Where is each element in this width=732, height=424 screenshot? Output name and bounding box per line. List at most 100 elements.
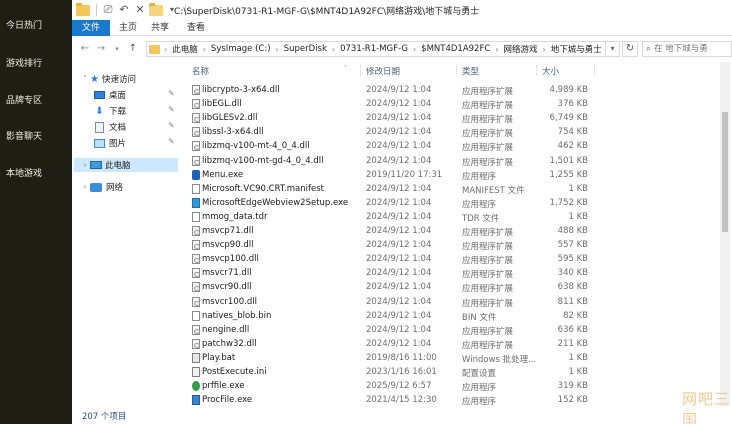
column-divider[interactable] [536, 64, 537, 76]
close-icon[interactable]: ✕ [133, 3, 147, 17]
tab-view[interactable]: 查看 [184, 20, 208, 36]
nav-label: 文档 [109, 123, 127, 133]
file-date: 2024/9/12 1:04 [366, 226, 432, 236]
tab-share[interactable]: 共享 [148, 20, 172, 36]
column-size[interactable]: 大小 [542, 65, 559, 77]
file-row[interactable]: libzmq-v100-mt-4_0_4.dll 2024/9/12 1:04 应用… [184, 140, 710, 154]
search-box[interactable]: ⌕ [642, 41, 732, 57]
nav-this-pc[interactable]: › 此电脑 [74, 158, 178, 172]
vertical-scrollbar[interactable] [720, 62, 730, 406]
recent-locations-button[interactable]: ▾ [110, 42, 124, 56]
address-bar[interactable]: › 此电脑 › SysImage (C:) › SuperDisk › 0731… [146, 41, 606, 57]
file-row[interactable]: Play.bat 2019/8/16 11:00 Windows 批处理... 1 K… [184, 352, 710, 366]
file-row[interactable]: msvcp100.dll 2024/9/12 1:04 应用程序扩展 595 KB [184, 253, 710, 267]
nav-downloads[interactable]: ⬇ 下载 ✎ [94, 104, 180, 118]
search-input[interactable] [654, 44, 729, 54]
file-date: 2019/11/20 17:31 [366, 169, 443, 180]
file-row[interactable]: patchw32.dll 2024/9/12 1:04 应用程序扩展 211 KB [184, 338, 710, 352]
nav-documents[interactable]: 文档 ✎ [94, 120, 180, 134]
file-date: 2025/9/12 6:57 [366, 381, 432, 392]
launcher-item-brand[interactable]: 品牌专区 [0, 95, 72, 107]
column-name[interactable]: 名称 [192, 65, 209, 77]
file-date: 2024/9/12 1:04 [366, 99, 432, 110]
breadcrumb-dnf[interactable]: 地下城与勇士 [551, 43, 602, 55]
file-name: natives_blob.bin [202, 310, 272, 321]
computer-icon [90, 161, 102, 169]
file-size: 376 KB [557, 99, 588, 110]
launcher-item-ranking[interactable]: 游戏排行 [0, 58, 72, 70]
column-type[interactable]: 类型 [462, 65, 479, 77]
file-size: 340 KB [557, 268, 588, 279]
batch-file-icon [192, 352, 200, 363]
file-row[interactable]: ProcFile.exe 2021/4/15 12:30 应用程序 152 KB [184, 394, 710, 406]
pin-icon: ✎ [168, 89, 175, 98]
refresh-button[interactable]: ↻ [622, 41, 638, 57]
breadcrumb-mnt[interactable]: $MNT4D1A92FC [421, 44, 490, 54]
tab-file[interactable]: 文件 [72, 20, 110, 36]
file-row[interactable]: prffile.exe 2025/9/12 6:57 应用程序 319 KB [184, 380, 710, 394]
scrollbar-thumb[interactable] [722, 112, 728, 232]
file-row[interactable]: PostExecute.ini 2023/1/16 16:01 配置设置 1 KB [184, 366, 710, 380]
app-icon [192, 395, 200, 406]
properties-icon[interactable]: ⎚ [101, 3, 115, 17]
breadcrumb-drive[interactable]: SysImage (C:) [211, 44, 271, 54]
breadcrumb-netgames[interactable]: 网络游戏 [503, 43, 537, 55]
file-name: nengine.dll [202, 324, 250, 335]
breadcrumb-mgf[interactable]: 0731-R1-MGF-G [340, 44, 408, 54]
file-row[interactable]: libcrypto-3-x64.dll 2024/9/12 1:04 应用程序扩展 4… [184, 84, 710, 98]
file-type: 应用程序 [462, 199, 497, 210]
launcher-item-local[interactable]: 本地游戏 [0, 168, 72, 180]
file-row[interactable]: msvcr90.dll 2024/9/12 1:04 应用程序扩展 638 KB [184, 281, 710, 295]
file-row[interactable]: mmog_data.tdr 2024/9/12 1:04 TDR 文件 1 KB [184, 211, 710, 225]
file-row[interactable]: msvcr100.dll 2024/9/12 1:04 应用程序扩展 811 KB [184, 296, 710, 310]
undo-icon[interactable]: ↶ [117, 3, 131, 17]
file-row[interactable]: libssl-3-x64.dll 2024/9/12 1:04 应用程序扩展 754 … [184, 126, 710, 140]
file-name: Play.bat [202, 352, 236, 363]
file-row[interactable]: natives_blob.bin 2024/9/12 1:04 BIN 文件 82 K… [184, 310, 710, 324]
file-date: 2019/8/16 11:00 [366, 352, 437, 363]
column-divider[interactable] [594, 64, 595, 76]
column-divider[interactable] [456, 64, 457, 76]
ribbon: 文件 主页 共享 查看 [72, 20, 732, 36]
document-icon [95, 121, 104, 133]
back-button[interactable]: ← [78, 42, 92, 56]
settings-file-icon [192, 367, 200, 377]
file-row[interactable]: msvcr71.dll 2024/9/12 1:04 应用程序扩展 340 KB [184, 267, 710, 281]
file-row[interactable]: libzmq-v100-mt-gd-4_0_4.dll 2024/9/12 1:0… [184, 155, 710, 169]
nav-pictures[interactable]: 图片 ✎ [94, 136, 180, 150]
launcher-item-hot[interactable]: 今日热门 [0, 20, 72, 32]
pin-icon: ✎ [168, 105, 175, 114]
file-row[interactable]: msvcp71.dll 2024/9/12 1:04 应用程序扩展 488 KB [184, 225, 710, 239]
file-row[interactable]: libGLESv2.dll 2024/9/12 1:04 应用程序扩展 6,749 K… [184, 112, 710, 126]
address-dropdown-button[interactable]: ▾ [606, 41, 620, 57]
launcher-item-media[interactable]: 影音聊天 [0, 131, 72, 143]
breadcrumb-this-pc[interactable]: 此电脑 [172, 43, 198, 55]
chevron-right-icon: › [83, 161, 87, 169]
file-row[interactable]: nengine.dll 2024/9/12 1:04 应用程序扩展 636 KB [184, 324, 710, 338]
breadcrumb-superdisk[interactable]: SuperDisk [284, 44, 327, 54]
file-row[interactable]: Menu.exe 2019/11/20 17:31 应用程序 1,255 KB [184, 169, 710, 183]
nav-desktop[interactable]: 桌面 ✎ [94, 88, 180, 102]
chevron-right-icon: › [83, 183, 87, 191]
file-size: 811 KB [557, 296, 588, 307]
nav-network[interactable]: › 网络 [80, 180, 123, 194]
file-row[interactable]: libEGL.dll 2024/9/12 1:04 应用程序扩展 376 KB [184, 98, 710, 112]
file-row[interactable]: MicrosoftEdgeWebview2Setup.exe 2024/9/12 … [184, 197, 710, 211]
sort-up-icon: ˄ [344, 65, 347, 72]
file-row[interactable]: Microsoft.VC90.CRT.manifest 2024/9/12 1:0… [184, 183, 710, 197]
file-row[interactable]: msvcp90.dll 2024/9/12 1:04 应用程序扩展 557 KB [184, 239, 710, 253]
tab-home[interactable]: 主页 [116, 20, 140, 36]
search-icon: ⌕ [646, 44, 652, 54]
chevron-right-icon: › [331, 44, 336, 54]
column-date[interactable]: 修改日期 [366, 65, 400, 77]
file-type: 应用程序扩展 [462, 256, 514, 267]
forward-button[interactable]: → [94, 42, 108, 56]
file-type: BIN 文件 [462, 312, 497, 323]
file-date: 2024/9/12 1:04 [366, 85, 432, 95]
column-divider[interactable] [360, 64, 361, 76]
file-type: 应用程序 [462, 383, 497, 394]
new-folder-icon[interactable] [149, 3, 163, 17]
up-button[interactable]: ↑ [126, 42, 140, 56]
nav-quick-access[interactable]: ˅ ★ 快速访问 [80, 72, 136, 86]
file-size: 638 KB [557, 282, 588, 293]
